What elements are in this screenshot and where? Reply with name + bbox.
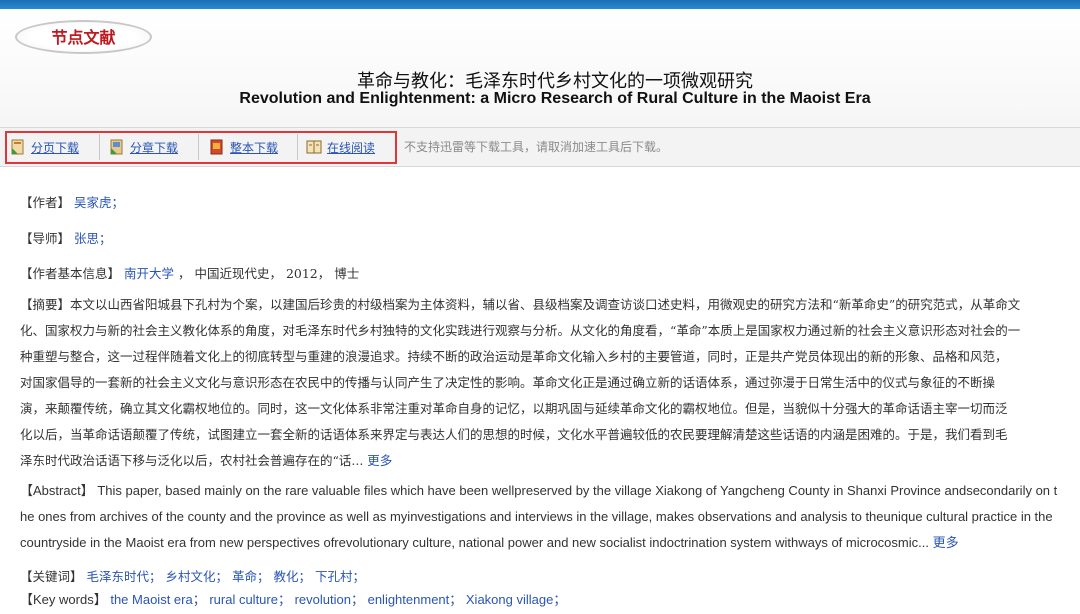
abstract-en-more-link[interactable]: 更多 bbox=[933, 535, 959, 550]
header: 节点文献 革命与教化：毛泽东时代乡村文化的一项微观研究 Revolution a… bbox=[0, 9, 1080, 127]
advisor-label: 【导师】 bbox=[20, 231, 71, 246]
abstract-cn-line: 对国家倡导的一套新的社会主义文化与意识形态在农民中的传播与认同产生了决定性的影响… bbox=[20, 375, 996, 390]
read-online-button[interactable]: 在线阅读 bbox=[306, 137, 375, 157]
full-download-label[interactable]: 整本下载 bbox=[230, 139, 278, 156]
book-download-icon bbox=[209, 139, 225, 155]
author-info-label: 【作者基本信息】 bbox=[20, 266, 121, 281]
keyword-link[interactable]: enlightenment； bbox=[368, 592, 463, 607]
keyword-link[interactable]: 毛泽东时代； bbox=[87, 569, 162, 584]
abstract-cn: 【摘要】本文以山西省阳城县下孔村为个案，以建国后珍贵的村级档案为主体资料，辅以省… bbox=[20, 292, 1080, 474]
page-download-button[interactable]: 分页下载 bbox=[10, 137, 79, 157]
keyword-link[interactable]: rural culture； bbox=[209, 592, 291, 607]
read-online-label[interactable]: 在线阅读 bbox=[327, 139, 375, 156]
keyword-link[interactable]: 下孔村； bbox=[315, 569, 365, 584]
abstract-cn-label: 【摘要】 bbox=[20, 297, 71, 312]
keywords-cn-label: 【关键词】 bbox=[20, 569, 83, 584]
page-download-label[interactable]: 分页下载 bbox=[31, 139, 79, 156]
keyword-link[interactable]: 乡村文化； bbox=[166, 569, 229, 584]
advisor-link[interactable]: 张思； bbox=[74, 231, 112, 246]
abstract-cn-line: 泽东时代政治话语下移与泛化以后，农村社会普遍存在的“话... bbox=[20, 453, 364, 468]
download-toolbar: 分页下载 分章下载 整本下载 在线阅读 不支持迅雷等下载工具，请取消加速工具后下… bbox=[0, 127, 1080, 167]
abstract-cn-more-link[interactable]: 更多 bbox=[367, 453, 392, 468]
abstract-en-line: he ones from archives of the county and … bbox=[20, 509, 1053, 524]
author-info-rest: ， 中国近现代史， 2012， 博士 bbox=[178, 266, 360, 281]
abstract-cn-line: 化以后，当革命话语颠覆了传统，试图建立一套全新的话语体系来界定与表达人们的思想的… bbox=[20, 427, 1008, 442]
node-document-badge: 节点文献 bbox=[15, 20, 152, 54]
abstract-en: 【Abstract】 This paper, based mainly on t… bbox=[20, 478, 1080, 556]
top-bar bbox=[0, 0, 1080, 9]
keywords-cn-row: 【关键词】 毛泽东时代； 乡村文化； 革命； 教化； 下孔村； bbox=[20, 566, 365, 585]
chapter-download-label[interactable]: 分章下载 bbox=[130, 139, 178, 156]
author-row: 【作者】 吴家虎； bbox=[20, 192, 124, 211]
author-info-row: 【作者基本信息】 南开大学 ， 中国近现代史， 2012， 博士 bbox=[20, 263, 359, 282]
abstract-cn-line: 本文以山西省阳城县下孔村为个案，以建国后珍贵的村级档案为主体资料，辅以省、县级档… bbox=[70, 297, 1021, 312]
keyword-link[interactable]: 革命； bbox=[232, 569, 270, 584]
toolbar-divider bbox=[297, 134, 298, 160]
read-online-icon bbox=[306, 139, 322, 155]
abstract-en-label: 【Abstract】 bbox=[20, 483, 94, 498]
toolbar-divider bbox=[198, 134, 199, 160]
abstract-en-line: This paper, based mainly on the rare val… bbox=[97, 483, 1058, 498]
advisor-row: 【导师】 张思； bbox=[20, 228, 112, 247]
toolbar-divider bbox=[99, 134, 100, 160]
keyword-link[interactable]: Xiakong village； bbox=[466, 592, 566, 607]
chapter-download-button[interactable]: 分章下载 bbox=[109, 137, 178, 157]
keyword-link[interactable]: the Maoist era； bbox=[110, 592, 205, 607]
abstract-cn-line: 化、国家权力与新的社会主义教化体系的角度，对毛泽东时代乡村独特的文化实践进行观察… bbox=[20, 323, 1021, 338]
page-download-icon bbox=[10, 139, 26, 155]
full-download-button[interactable]: 整本下载 bbox=[209, 137, 278, 157]
download-notice: 不支持迅雷等下载工具，请取消加速工具后下载。 bbox=[404, 140, 669, 154]
author-link[interactable]: 吴家虎； bbox=[74, 195, 124, 210]
keyword-link[interactable]: 教化； bbox=[274, 569, 312, 584]
page-title-en: Revolution and Enlightenment: a Micro Re… bbox=[239, 90, 871, 107]
abstract-cn-line: 种重塑与整合，这一过程伴随着文化上的彻底转型与重建的浪漫追求。持续不断的政治运动… bbox=[20, 349, 1008, 364]
keywords-en-label: 【Key words】 bbox=[20, 592, 107, 607]
abstract-en-line: countryside in the Maoist era from new p… bbox=[20, 535, 929, 550]
university-link[interactable]: 南开大学 bbox=[124, 266, 174, 281]
author-label: 【作者】 bbox=[20, 195, 71, 210]
keyword-link[interactable]: revolution； bbox=[295, 592, 364, 607]
keywords-en-row: 【Key words】 the Maoist era； rural cultur… bbox=[20, 589, 566, 608]
abstract-cn-line: 演，来颠覆传统，确立其文化霸权地位的。同时，这一文化体系非常注重对革命自身的记忆… bbox=[20, 401, 1008, 416]
chapter-download-icon bbox=[109, 139, 125, 155]
